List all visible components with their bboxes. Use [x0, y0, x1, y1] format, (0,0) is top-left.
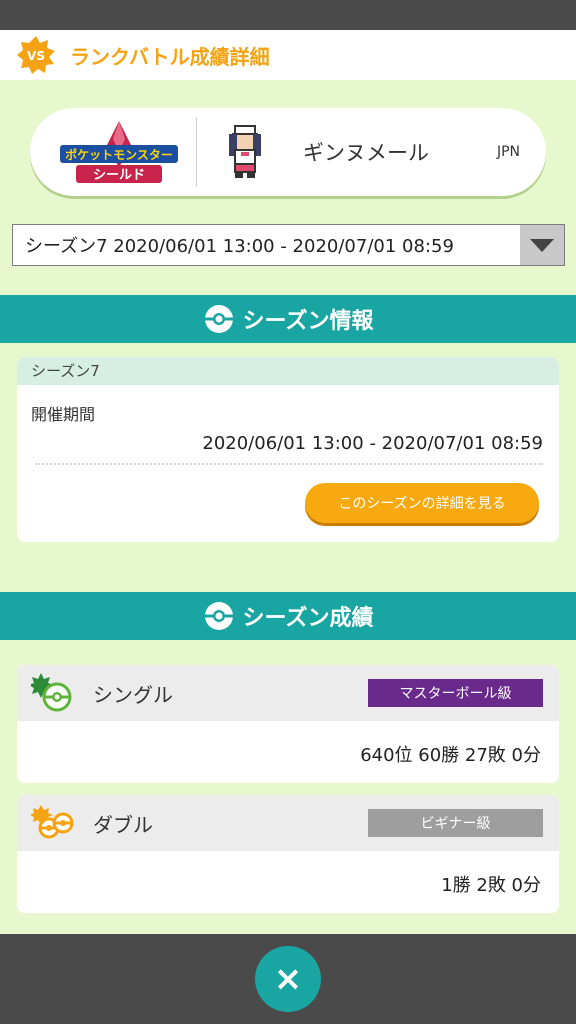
- header: VS ランクバトル成績詳細: [0, 30, 576, 80]
- divider: [35, 463, 543, 465]
- double-battle-name: ダブル: [93, 812, 153, 837]
- trainer-avatar-icon: [223, 124, 267, 180]
- vs-badge-icon: VS: [16, 35, 56, 75]
- trainer-name: ギンヌメール: [303, 141, 429, 165]
- double-battle-card: ダブル ビギナー級 1勝 2敗 0分: [17, 795, 559, 913]
- double-battle-stats: 1勝 2敗 0分: [441, 875, 541, 896]
- close-icon: ×: [273, 959, 303, 999]
- single-battle-card: シングル マスターボール級 640位 60勝 27敗 0分: [17, 665, 559, 783]
- double-battle-header: ダブル ビギナー級: [17, 795, 559, 851]
- close-button[interactable]: ×: [255, 946, 321, 1012]
- game-logo: ポケットモンスター シールド: [54, 117, 184, 187]
- pokeball-icon: [203, 303, 235, 335]
- page-title: ランクバトル成績詳細: [70, 44, 270, 69]
- single-rank-badge: マスターボール級: [368, 679, 543, 707]
- season-results-header: シーズン成績: [0, 592, 576, 640]
- season-info-title: シーズン情報: [242, 309, 374, 334]
- period-label: 開催期間: [31, 405, 96, 424]
- period-value: 2020/06/01 13:00 - 2020/07/01 08:59: [202, 433, 543, 454]
- season-select-value: シーズン7 2020/06/01 13:00 - 2020/07/01 08:5…: [25, 236, 454, 257]
- single-battle-stats: 640位 60勝 27敗 0分: [360, 745, 541, 766]
- season-info-header: シーズン情報: [0, 295, 576, 343]
- season-detail-button[interactable]: このシーズンの詳細を見る: [305, 483, 539, 523]
- trainer-region: JPN: [496, 144, 520, 160]
- game-logo-bottom: シールド: [93, 168, 145, 183]
- pokeball-icon: [203, 600, 235, 632]
- single-battle-name: シングル: [93, 682, 173, 707]
- double-battle-icon: [31, 801, 75, 845]
- double-rank-badge: ビギナー級: [368, 809, 543, 837]
- season-results-title: シーズン成績: [242, 606, 374, 631]
- card-divider: [196, 117, 197, 187]
- single-battle-header: シングル マスターボール級: [17, 665, 559, 721]
- chevron-down-icon[interactable]: [520, 225, 564, 265]
- single-battle-icon: [31, 671, 75, 715]
- season-card-title: シーズン7: [17, 357, 559, 385]
- trainer-card: ポケットモンスター シールド ギンヌメール JPN: [30, 108, 546, 196]
- status-bar: [0, 0, 576, 30]
- season-info-card: シーズン7 開催期間 2020/06/01 13:00 - 2020/07/01…: [17, 357, 559, 542]
- vs-badge-text: VS: [27, 49, 45, 63]
- season-select[interactable]: シーズン7 2020/06/01 13:00 - 2020/07/01 08:5…: [12, 224, 565, 266]
- game-logo-top: ポケットモンスター: [65, 147, 173, 162]
